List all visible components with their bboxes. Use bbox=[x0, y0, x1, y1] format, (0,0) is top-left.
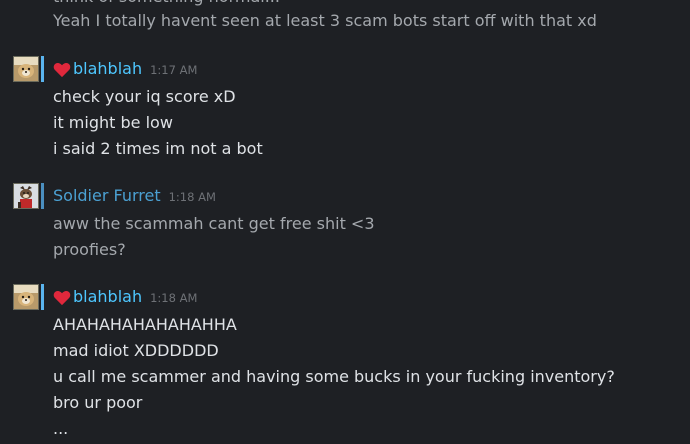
message-header: Soldier Furret 1:18 AM bbox=[53, 186, 216, 208]
timestamp: 1:17 AM bbox=[150, 63, 198, 77]
heart-icon bbox=[53, 62, 71, 78]
status-bar bbox=[41, 183, 44, 209]
online-status-bar bbox=[41, 56, 44, 82]
chat-log: think of something normal... Yeah I tota… bbox=[0, 0, 690, 444]
timestamp: 1:18 AM bbox=[150, 291, 198, 305]
avatar[interactable] bbox=[13, 183, 39, 209]
message-line: check your iq score xD bbox=[53, 87, 236, 106]
message-line: mad idiot XDDDDDD bbox=[53, 341, 219, 360]
message-line: bro ur poor bbox=[53, 393, 143, 412]
avatar[interactable] bbox=[13, 56, 39, 82]
avatar[interactable] bbox=[13, 284, 39, 310]
sender-name[interactable]: Soldier Furret bbox=[53, 186, 161, 205]
earlier-message: Yeah I totally havent seen at least 3 sc… bbox=[53, 11, 597, 30]
message-line: u call me scammer and having some bucks … bbox=[53, 367, 615, 386]
online-status-bar bbox=[41, 284, 44, 310]
timestamp: 1:18 AM bbox=[168, 190, 216, 204]
message-header: blahblah 1:17 AM bbox=[53, 59, 197, 81]
message-line: i said 2 times im not a bot bbox=[53, 139, 263, 158]
message-line: it might be low bbox=[53, 113, 173, 132]
message-line: proofies? bbox=[53, 240, 126, 259]
message-line: AHAHAHAHAHAHAHHA bbox=[53, 315, 237, 334]
sender-name[interactable]: blahblah bbox=[73, 59, 142, 78]
heart-icon bbox=[53, 290, 71, 306]
message-line: ... bbox=[53, 419, 69, 438]
message-line: aww the scammah cant get free shit <3 bbox=[53, 214, 375, 233]
sender-name[interactable]: blahblah bbox=[73, 287, 142, 306]
message-header: blahblah 1:18 AM bbox=[53, 287, 197, 309]
